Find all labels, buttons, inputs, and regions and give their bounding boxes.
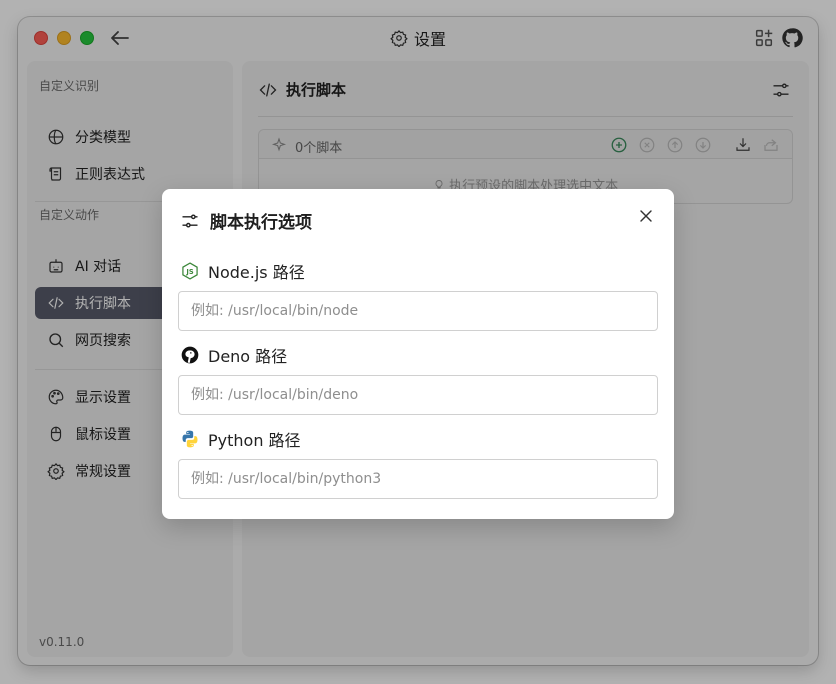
field-label-text: Node.js 路径 [208,263,305,282]
dialog-title-text: 脚本执行选项 [210,213,312,233]
deno-icon [181,346,199,364]
close-icon [640,210,652,222]
close-dialog-button[interactable] [636,206,656,226]
deno-path-label: Deno 路径 [180,343,287,367]
python-path-input[interactable] [178,459,658,499]
deno-path-input[interactable] [178,375,658,415]
python-path-label: Python 路径 [180,427,301,451]
field-label-text: Python 路径 [208,431,301,450]
svg-text:JS: JS [185,268,193,276]
sliders-icon [182,213,198,228]
script-options-dialog: 脚本执行选项 JS Node.js 路径 Deno 路径 Python 路径 [162,189,674,519]
field-label-text: Deno 路径 [208,347,288,366]
dialog-title: 脚本执行选项 [180,208,312,233]
python-icon [182,430,198,448]
nodejs-icon: JS [182,262,198,280]
nodejs-path-input[interactable] [178,291,658,331]
nodejs-path-label: JS Node.js 路径 [180,259,305,283]
